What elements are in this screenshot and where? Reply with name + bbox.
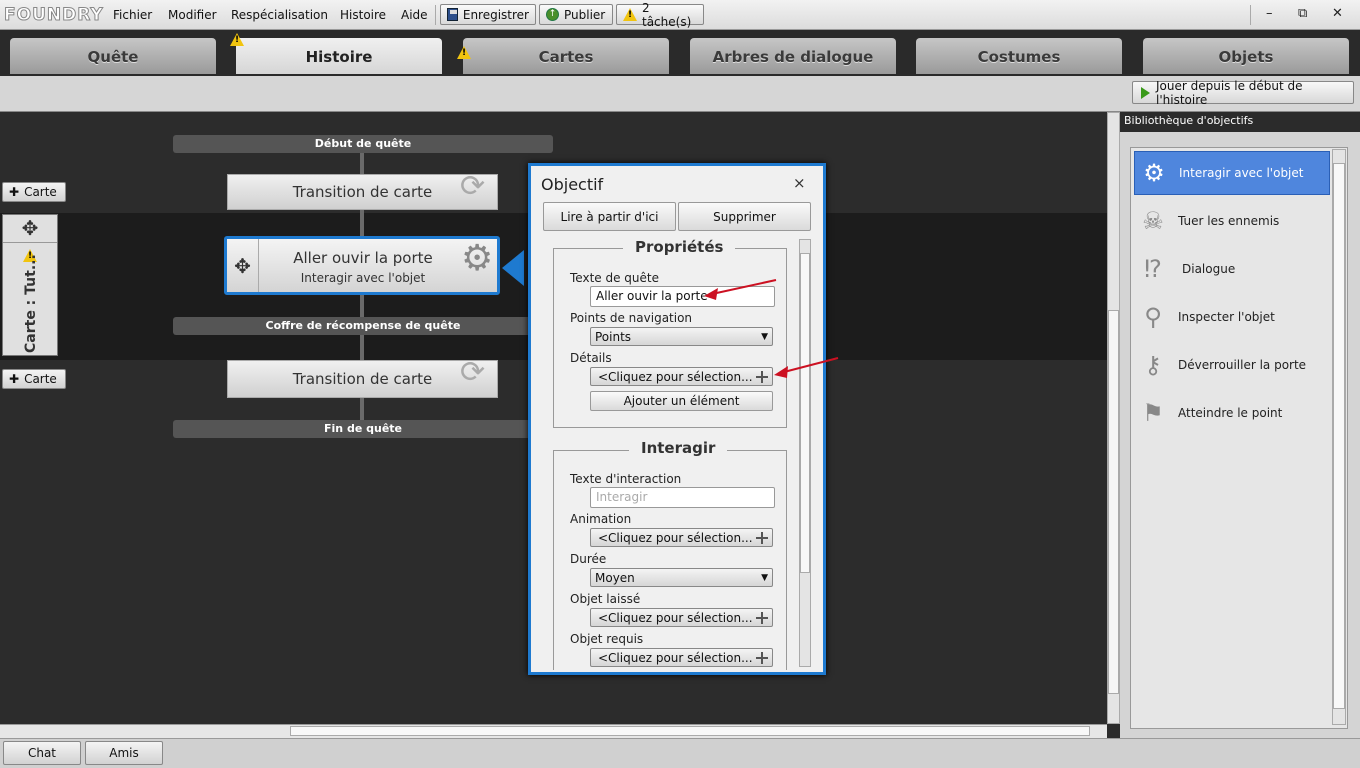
key-icon: ⚷ — [1144, 351, 1162, 379]
tab-story[interactable]: Histoire — [236, 38, 442, 74]
animation-picker[interactable]: <Cliquez pour sélection... — [590, 528, 773, 547]
dropped-item-label: Objet laissé — [570, 592, 641, 606]
publish-icon: ↑ — [546, 8, 559, 21]
connector — [360, 210, 364, 238]
delete-button[interactable]: Supprimer — [678, 202, 811, 231]
picker-icon — [756, 611, 768, 624]
close-icon[interactable]: ✕ — [1332, 6, 1343, 21]
tab-quest[interactable]: Quête — [10, 38, 216, 74]
scrollbar-thumb[interactable] — [290, 726, 1090, 736]
reward-chest-bar: Coffre de récompense de quête — [173, 317, 553, 335]
gear-icon: ⚙ — [461, 238, 494, 279]
friends-button[interactable]: Amis — [85, 741, 163, 765]
panel-title: Objectif — [541, 175, 604, 194]
menu-edit[interactable]: Modifier — [168, 8, 217, 22]
library-item-inspect[interactable]: ⚲ Inspecter l'objet — [1134, 295, 1330, 339]
picker-icon — [756, 651, 768, 664]
library-title: Bibliothèque d'objectifs — [1124, 114, 1254, 127]
app-logo: FOUNDRY — [4, 5, 104, 26]
chevron-down-icon: ▼ — [761, 572, 768, 583]
add-map-button[interactable]: ✚ Carte — [2, 369, 66, 389]
selection-pointer — [502, 250, 524, 286]
properties-legend: Propriétés — [623, 238, 736, 256]
add-map-button[interactable]: ✚ Carte — [2, 182, 66, 202]
play-icon — [1141, 86, 1150, 99]
flag-icon: ⚑ — [1142, 399, 1164, 427]
warning-icon — [230, 33, 244, 46]
close-icon[interactable]: × — [793, 174, 806, 192]
separator — [435, 5, 436, 25]
move-icon[interactable]: ✥ — [3, 215, 57, 243]
waypoints-label: Points de navigation — [570, 311, 693, 325]
refresh-icon: ⟳ — [460, 169, 486, 204]
plus-icon: ✚ — [9, 372, 20, 386]
required-item-picker[interactable]: <Cliquez pour sélection... — [590, 648, 773, 667]
add-item-button[interactable]: Ajouter un élément — [590, 391, 773, 411]
skull-icon: ☠ — [1142, 207, 1164, 235]
menu-help[interactable]: Aide — [401, 8, 428, 22]
tab-objects[interactable]: Objets — [1143, 38, 1349, 74]
menu-story[interactable]: Histoire — [340, 8, 386, 22]
interact-legend: Interagir — [629, 439, 728, 457]
tab-dialog-trees[interactable]: Arbres de dialogue — [690, 38, 896, 74]
gear-icon: ⚙ — [1143, 159, 1165, 187]
duration-select[interactable]: Moyen ▼ — [590, 568, 773, 587]
publish-button[interactable]: ↑ Publier — [539, 4, 613, 25]
library-item-unlock[interactable]: ⚷ Déverrouiller la porte — [1134, 343, 1330, 387]
required-item-label: Objet requis — [570, 632, 644, 646]
library-item-reach[interactable]: ⚑ Atteindre le point — [1134, 391, 1330, 435]
objective-panel: Objectif × Lire à partir d'ici Supprimer… — [528, 163, 826, 675]
tab-maps[interactable]: Cartes — [463, 38, 669, 74]
read-from-here-button[interactable]: Lire à partir d'ici — [543, 202, 676, 231]
duration-label: Durée — [570, 552, 607, 566]
restore-icon[interactable]: ⧉ — [1298, 6, 1307, 21]
animation-label: Animation — [570, 512, 632, 526]
warning-icon — [623, 8, 637, 21]
details-label: Détails — [570, 351, 612, 365]
objective-node-selected[interactable]: ✥ Aller ouvir la porte Interagir avec l'… — [224, 236, 500, 295]
connector — [360, 153, 364, 175]
interaction-text-input[interactable]: Interagir — [590, 487, 775, 508]
quest-end-bar: Fin de quête — [173, 420, 553, 438]
library-item-interact[interactable]: ⚙ Interagir avec l'objet — [1134, 151, 1330, 195]
save-button[interactable]: Enregistrer — [440, 4, 536, 25]
library-item-kill[interactable]: ☠ Tuer les ennemis — [1134, 199, 1330, 243]
move-icon[interactable]: ✥ — [227, 239, 259, 292]
dialogue-icon: ⁉ — [1144, 255, 1162, 283]
scrollbar-thumb[interactable] — [1333, 163, 1345, 709]
refresh-icon: ⟳ — [460, 355, 486, 390]
annotation-arrows — [704, 279, 839, 378]
plus-icon: ✚ — [9, 185, 20, 199]
map-block[interactable]: ✥ Carte : Tut... — [2, 214, 58, 356]
objective-node-subtitle: Interagir avec l'objet — [300, 271, 426, 285]
map-label: Carte : Tut... — [23, 254, 39, 353]
scrollbar-thumb[interactable] — [1108, 310, 1119, 694]
magnifier-icon: ⚲ — [1144, 303, 1162, 331]
warning-icon — [457, 46, 471, 59]
tab-costumes[interactable]: Costumes — [916, 38, 1122, 74]
connector — [360, 335, 364, 361]
library-item-dialogue[interactable]: ⁉ Dialogue — [1134, 247, 1330, 291]
map-transition-node[interactable]: Transition de carte — [227, 174, 498, 210]
separator — [1250, 5, 1251, 25]
menu-respec[interactable]: Respécialisation — [231, 8, 328, 22]
bottom-bar — [0, 738, 1360, 768]
interaction-text-label: Texte d'interaction — [570, 472, 682, 486]
play-from-start-button[interactable]: Jouer depuis le début de l'histoire — [1132, 79, 1354, 107]
menu-file[interactable]: Fichier — [113, 8, 152, 22]
quest-start-bar: Début de quête — [173, 135, 553, 153]
picker-icon — [756, 531, 768, 544]
connector — [360, 295, 364, 317]
connector — [360, 398, 364, 420]
save-icon — [447, 8, 458, 21]
objective-node-title: Aller ouvir la porte — [293, 249, 433, 267]
minimize-icon[interactable]: – — [1266, 6, 1273, 21]
map-transition-node[interactable]: Transition de carte — [227, 360, 498, 398]
quest-text-label: Texte de quête — [570, 271, 659, 285]
tasks-button[interactable]: 2 tâche(s) — [616, 1, 704, 29]
chat-button[interactable]: Chat — [3, 741, 81, 765]
dropped-item-picker[interactable]: <Cliquez pour sélection... — [590, 608, 773, 627]
